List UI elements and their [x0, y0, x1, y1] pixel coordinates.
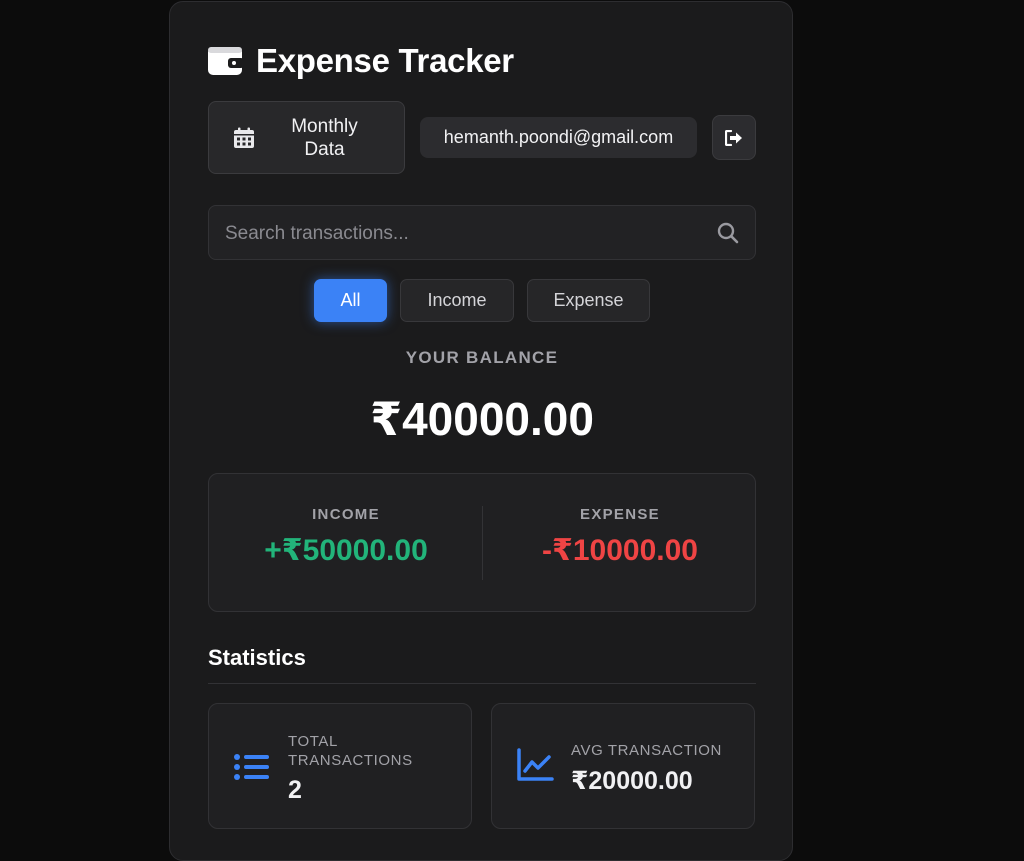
statistics-title: Statistics — [208, 645, 306, 670]
monthly-data-label: Monthly Data — [291, 115, 358, 160]
stat-value: 2 — [288, 776, 302, 804]
filter-expense-button[interactable]: Expense — [527, 279, 650, 322]
calendar-icon — [234, 127, 254, 148]
stat-text: TOTAL TRANSACTIONS 2 — [288, 732, 458, 805]
stat-text: AVG TRANSACTION ₹20000.00 — [571, 741, 746, 796]
stat-label: AVG TRANSACTION — [571, 742, 722, 759]
stat-card-avg-transaction: AVG TRANSACTION ₹20000.00 — [491, 703, 755, 829]
user-email-badge: hemanth.poondi@gmail.com — [420, 117, 697, 158]
header: Expense Tracker — [208, 42, 514, 80]
expense-summary: EXPENSE -₹10000.00 — [483, 506, 757, 568]
statistics-divider — [208, 683, 756, 684]
income-label: INCOME — [312, 506, 380, 523]
stat-label: TOTAL TRANSACTIONS — [288, 733, 413, 769]
balance-value: ₹40000.00 — [370, 393, 594, 445]
wallet-icon — [208, 47, 244, 75]
expense-tracker-card: Expense Tracker Monthly Data hemanth.poo… — [169, 1, 793, 861]
stat-card-total-transactions: TOTAL TRANSACTIONS 2 — [208, 703, 472, 829]
page-title: Expense Tracker — [256, 42, 514, 79]
monthly-data-button[interactable]: Monthly Data — [208, 101, 405, 174]
filter-all-button[interactable]: All — [314, 279, 387, 322]
income-summary: INCOME +₹50000.00 — [209, 506, 483, 568]
balance-label: YOUR BALANCE — [405, 348, 559, 367]
filter-tabs: All Income Expense — [314, 279, 663, 322]
income-value: +₹50000.00 — [264, 534, 428, 567]
search-icon[interactable] — [717, 222, 739, 244]
chart-line-icon — [517, 748, 554, 781]
stat-value: ₹20000.00 — [571, 767, 693, 795]
search-box — [208, 205, 756, 261]
filter-income-button[interactable]: Income — [400, 279, 514, 322]
sign-out-icon — [725, 129, 742, 146]
expense-value: -₹10000.00 — [542, 534, 698, 567]
list-icon — [234, 754, 269, 780]
income-expense-summary: INCOME +₹50000.00 EXPENSE -₹10000.00 — [208, 473, 756, 612]
search-input[interactable] — [223, 206, 697, 261]
logout-button[interactable] — [712, 115, 756, 160]
expense-label: EXPENSE — [580, 506, 660, 523]
